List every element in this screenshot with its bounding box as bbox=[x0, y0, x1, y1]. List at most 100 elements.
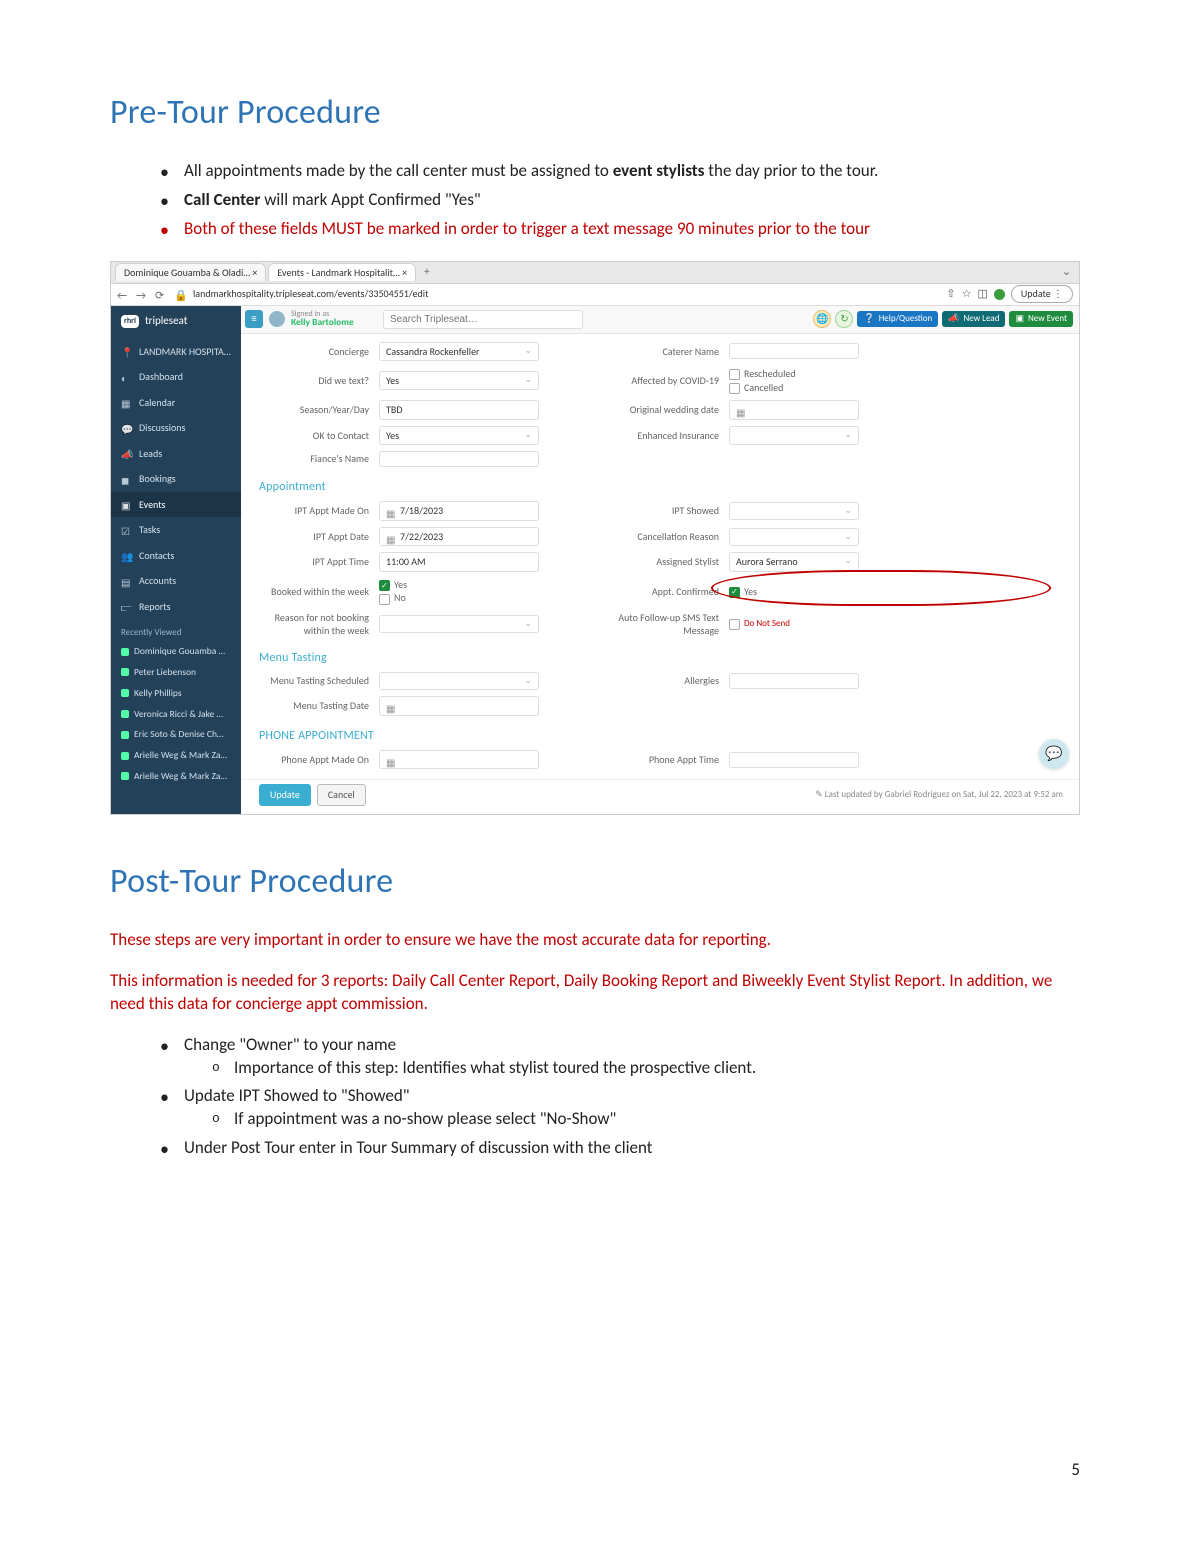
booked-week-options[interactable]: Yes No bbox=[379, 578, 539, 605]
pa-time-input[interactable] bbox=[729, 752, 859, 768]
season-input[interactable]: TBD bbox=[379, 400, 539, 420]
sidebar-item-reports[interactable]: ⫍Reports bbox=[111, 594, 241, 620]
label-ipt-time: IPT Appt Time bbox=[259, 555, 369, 569]
bookmark-icon: ◼ bbox=[121, 474, 131, 484]
cancelled-checkbox[interactable] bbox=[729, 383, 740, 394]
app-sidebar: rhrl tripleseat 📍LANDMARK HOSPITA… ◐Dash… bbox=[111, 306, 241, 814]
avatar[interactable] bbox=[269, 311, 285, 327]
refresh-icon[interactable]: ↻ bbox=[835, 310, 853, 328]
event-badge-icon bbox=[121, 648, 129, 656]
pa-made-date[interactable]: ▦ bbox=[379, 750, 539, 770]
caterer-input[interactable] bbox=[729, 343, 859, 359]
event-badge-icon bbox=[121, 689, 129, 697]
recent-item[interactable]: Arielle Weg & Mark Za… bbox=[111, 745, 241, 766]
rescheduled-checkbox[interactable] bbox=[729, 369, 740, 380]
embedded-screenshot: Dominique Gouamba & Oladi… × Events - La… bbox=[110, 261, 1080, 815]
booked-no-checkbox[interactable] bbox=[379, 594, 390, 605]
booked-yes-checkbox[interactable] bbox=[379, 580, 390, 591]
sidebar-item-tasks[interactable]: ☑Tasks bbox=[111, 517, 241, 543]
recent-item[interactable]: Peter Liebenson bbox=[111, 662, 241, 683]
allergies-input[interactable] bbox=[729, 673, 859, 689]
fiance-input[interactable] bbox=[379, 451, 539, 467]
recent-item[interactable]: Kelly Phillips bbox=[111, 683, 241, 704]
sidebar-item-contacts[interactable]: 👥Contacts bbox=[111, 543, 241, 569]
sidebar-item-accounts[interactable]: ▤Accounts bbox=[111, 568, 241, 594]
chrome-update-button[interactable]: Update ⋮ bbox=[1011, 285, 1073, 303]
label-appt-confirmed: Appt. Confirmed bbox=[599, 585, 719, 599]
covid-options[interactable]: Rescheduled Cancelled bbox=[729, 367, 859, 394]
orig-wedding-date[interactable]: ▦ bbox=[729, 400, 859, 420]
reload-icon[interactable]: ⟳ bbox=[155, 289, 166, 300]
posttour-bullet-1: Change "Owner" to your name Importance o… bbox=[160, 1034, 1090, 1080]
appt-confirmed-option[interactable]: Yes bbox=[729, 585, 859, 599]
share-icon[interactable]: ⇧ bbox=[946, 287, 955, 302]
label-orig-wedding: Original wedding date bbox=[599, 403, 719, 417]
recent-item[interactable]: Arielle Weg & Mark Za… bbox=[111, 766, 241, 787]
ipt-time-input[interactable]: 11:00 AM bbox=[379, 552, 539, 572]
posttour-heading: Post-Tour Procedure bbox=[110, 859, 1090, 905]
globe-icon[interactable]: 🌐 bbox=[813, 310, 831, 328]
search-input[interactable] bbox=[383, 310, 583, 329]
chat-widget-icon[interactable]: 💬 bbox=[1039, 739, 1069, 769]
help-button[interactable]: ❔ Help/Question bbox=[857, 311, 938, 327]
auto-sms-option[interactable]: Do Not Send bbox=[729, 618, 859, 630]
signed-in-user[interactable]: Kelly Bartolome bbox=[291, 318, 354, 328]
window-chevron-icon[interactable]: ⌄ bbox=[1062, 265, 1075, 280]
event-badge-icon bbox=[121, 710, 129, 718]
new-lead-button[interactable]: 📣 New Lead bbox=[942, 311, 1005, 327]
label-mt-date: Menu Tasting Date bbox=[259, 699, 369, 713]
brand: rhrl tripleseat bbox=[111, 306, 241, 339]
pretour-bullet-3: Both of these fields MUST be marked in o… bbox=[160, 218, 1090, 241]
extension-icon[interactable]: ◫ bbox=[977, 287, 987, 302]
profile-dot-icon[interactable] bbox=[994, 289, 1005, 300]
mt-scheduled-select[interactable] bbox=[379, 672, 539, 690]
new-event-button[interactable]: ▣ New Event bbox=[1009, 311, 1073, 327]
label-cancel-reason: Cancellation Reason bbox=[599, 530, 719, 544]
pretour-bullet-2: Call Center will mark Appt Confirmed "Ye… bbox=[160, 189, 1090, 212]
update-button[interactable]: Update bbox=[259, 784, 311, 806]
sidebar-item-dashboard[interactable]: ◐Dashboard bbox=[111, 364, 241, 390]
appt-confirmed-yes-checkbox[interactable] bbox=[729, 587, 740, 598]
enh-insurance-select[interactable] bbox=[729, 426, 859, 444]
browser-tab-1[interactable]: Dominique Gouamba & Oladi… × bbox=[115, 263, 266, 282]
recent-item[interactable]: Eric Soto & Denise Ch… bbox=[111, 724, 241, 745]
sidebar-item-bookings[interactable]: ◼Bookings bbox=[111, 466, 241, 492]
label-reason-no-book: Reason for not booking within the week bbox=[259, 611, 369, 638]
ok-contact-select[interactable]: Yes bbox=[379, 426, 539, 446]
sidebar-item-leads[interactable]: 📣Leads bbox=[111, 441, 241, 467]
sidebar-item-discussions[interactable]: 💬Discussions bbox=[111, 415, 241, 441]
check-icon: ☑ bbox=[121, 525, 131, 535]
cancel-reason-select[interactable] bbox=[729, 528, 859, 546]
new-tab-button[interactable]: + bbox=[418, 265, 435, 280]
address-bar[interactable]: landmarkhospitality.tripleseat.com/event… bbox=[193, 287, 938, 301]
back-icon[interactable]: ← bbox=[117, 289, 128, 300]
label-caterer: Caterer Name bbox=[599, 345, 719, 359]
section-appointment: Appointment bbox=[259, 479, 1063, 495]
browser-tab-2[interactable]: Events - Landmark Hospitalit… × bbox=[268, 263, 416, 282]
do-not-send-checkbox[interactable] bbox=[729, 619, 740, 630]
ipt-showed-select[interactable] bbox=[729, 502, 859, 520]
calendar-icon: ▦ bbox=[386, 756, 396, 766]
ipt-made-date[interactable]: ▦7/18/2023 bbox=[379, 501, 539, 521]
app-topbar: ≡ Signed in as Kelly Bartolome 🌐 ↻ ❔ Hel… bbox=[241, 306, 1079, 334]
sidebar-item-landmark[interactable]: 📍LANDMARK HOSPITA… bbox=[111, 339, 241, 365]
hamburger-icon[interactable]: ≡ bbox=[245, 310, 263, 328]
posttour-bullet-3: Under Post Tour enter in Tour Summary of… bbox=[160, 1137, 1090, 1160]
label-ok-contact: OK to Contact bbox=[259, 429, 369, 443]
cancel-button[interactable]: Cancel bbox=[317, 784, 366, 806]
reason-no-book-select[interactable] bbox=[379, 615, 539, 633]
assigned-stylist-select[interactable]: Aurora Serrano bbox=[729, 552, 859, 572]
recent-item[interactable]: Dominique Gouamba … bbox=[111, 641, 241, 662]
event-badge-icon bbox=[121, 772, 129, 780]
did-we-text-select[interactable]: Yes bbox=[379, 371, 539, 391]
mt-date-input[interactable]: ▦ bbox=[379, 696, 539, 716]
event-badge-icon bbox=[121, 752, 129, 760]
sidebar-item-events[interactable]: ▣Events bbox=[111, 492, 241, 518]
sidebar-item-calendar[interactable]: ▦Calendar bbox=[111, 390, 241, 416]
building-icon: ▤ bbox=[121, 576, 131, 586]
recent-item[interactable]: Veronica Ricci & Jake … bbox=[111, 704, 241, 725]
concierge-select[interactable]: Cassandra Rockenfeller bbox=[379, 342, 539, 362]
star-icon[interactable]: ☆ bbox=[962, 287, 972, 302]
forward-icon[interactable]: → bbox=[136, 289, 147, 300]
ipt-appt-date[interactable]: ▦7/22/2023 bbox=[379, 527, 539, 547]
